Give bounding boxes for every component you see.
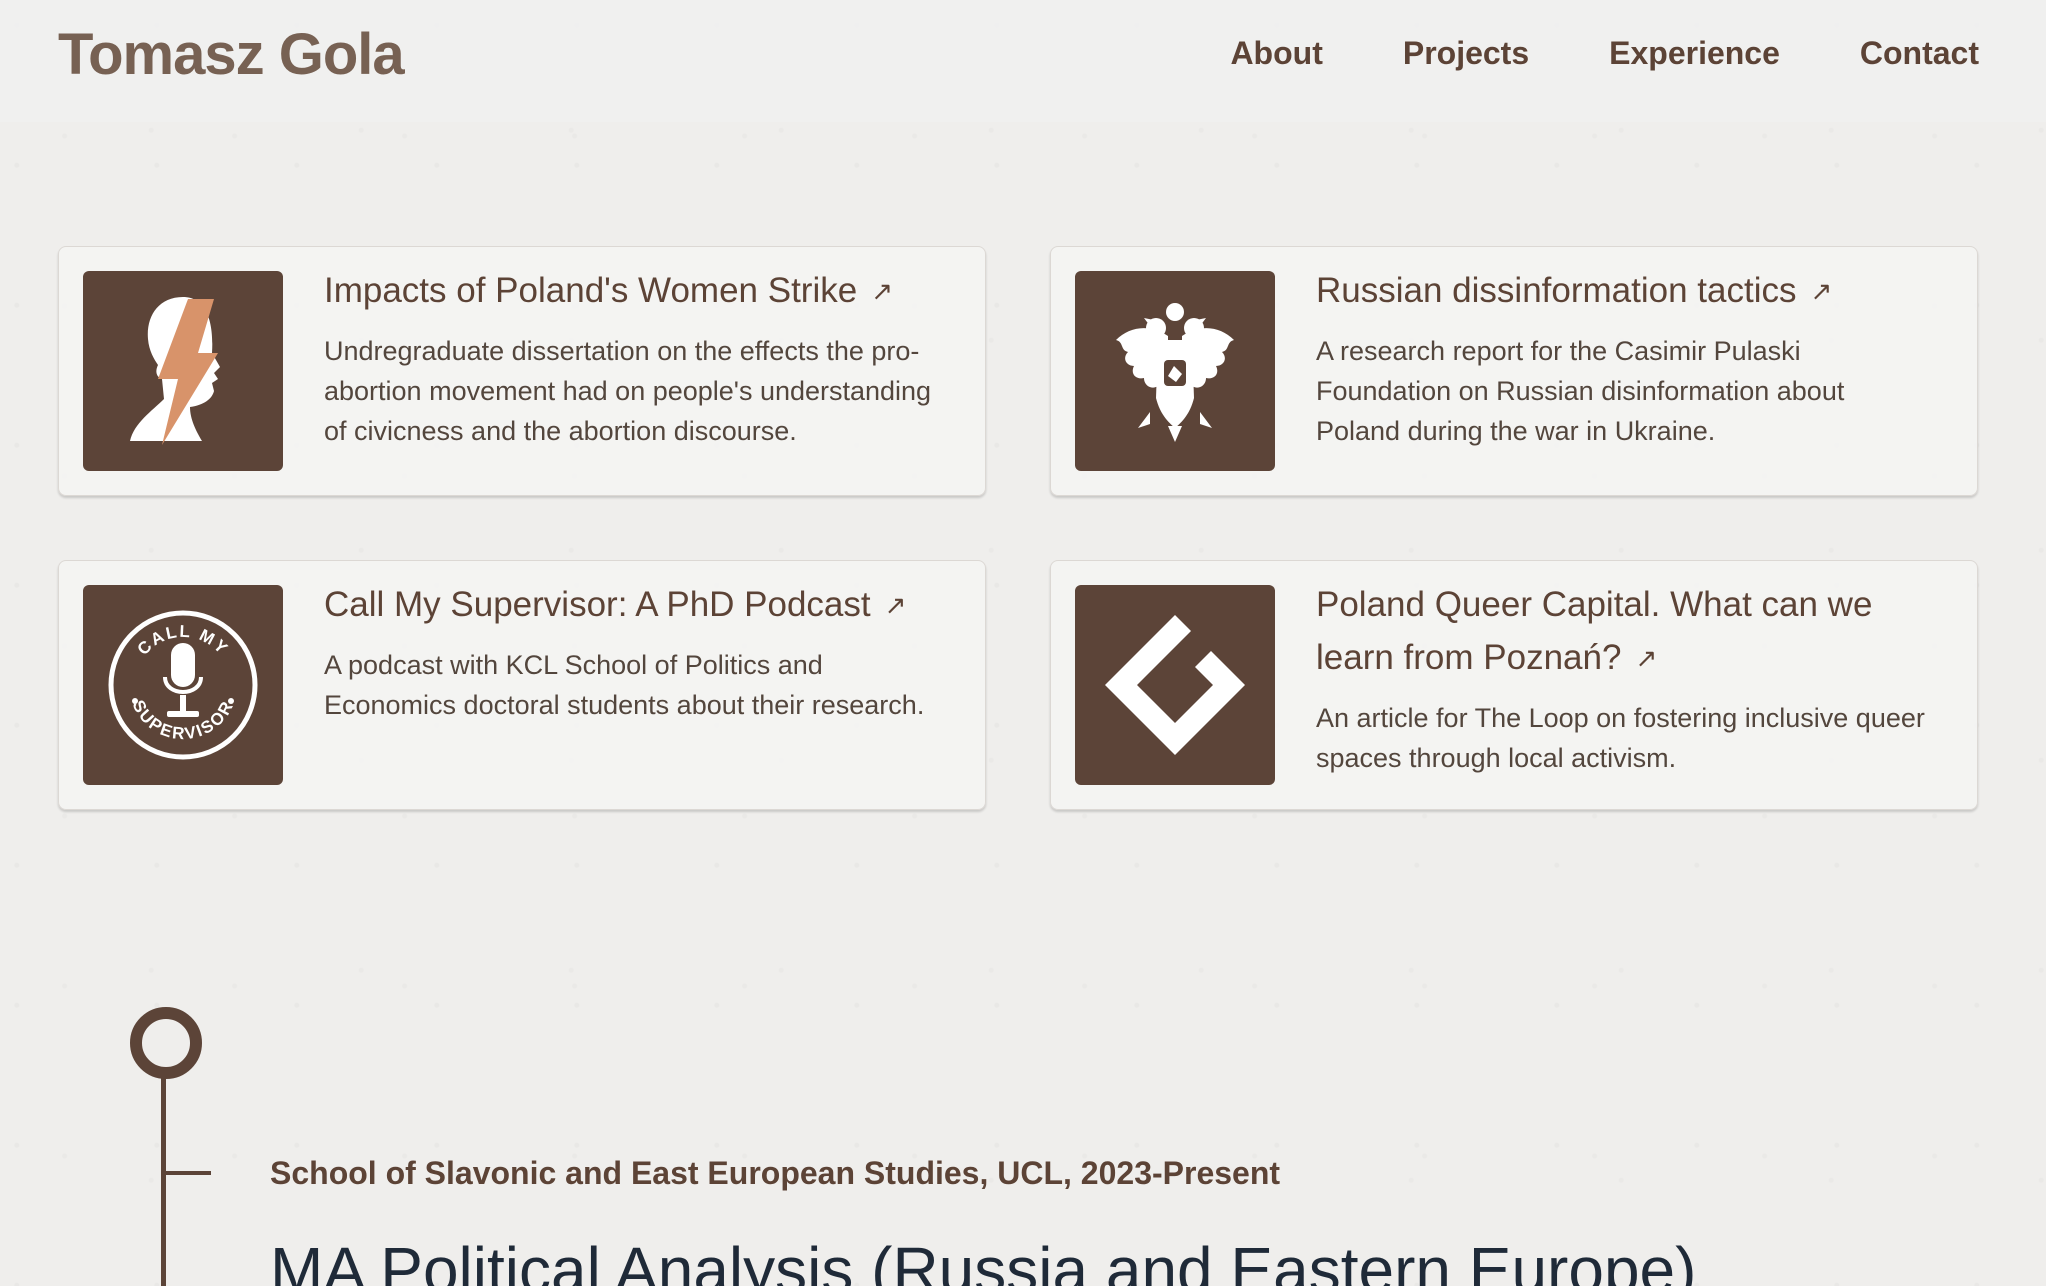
project-title-text: Poland Queer Capital. What can we learn … [1316, 585, 1873, 677]
external-link-icon: ↗ [1810, 276, 1833, 306]
timeline-tick [161, 1171, 211, 1175]
double-headed-eagle-icon [1116, 303, 1234, 442]
site-header: Tomasz Gola About Projects Experience Co… [0, 0, 2046, 122]
project-description: Undregraduate dissertation on the effect… [324, 336, 932, 446]
project-thumbnail [1075, 271, 1275, 471]
project-description: An article for The Loop on fostering inc… [1316, 703, 1925, 773]
project-title: Poland Queer Capital. What can we learn … [1316, 578, 1927, 685]
nav-experience[interactable]: Experience [1609, 32, 1780, 74]
project-title: Call My Supervisor: A PhD Podcast ↗ [324, 578, 935, 632]
project-card-queer-capital[interactable]: Poland Queer Capital. What can we learn … [1050, 560, 1978, 810]
project-title: Russian dissinformation tactics ↗ [1316, 264, 1927, 318]
diamond-logo-icon [1105, 615, 1245, 755]
project-title: Impacts of Poland's Women Strike ↗ [324, 264, 935, 318]
nav-contact[interactable]: Contact [1860, 32, 1979, 74]
project-title-text: Call My Supervisor: A PhD Podcast [324, 585, 871, 624]
project-thumbnail: CALL MY SUPERVISOR [83, 585, 283, 785]
women-strike-icon [130, 297, 220, 445]
project-title-text: Impacts of Poland's Women Strike [324, 271, 858, 310]
timeline-node-icon [130, 1007, 202, 1079]
project-description: A research report for the Casimir Pulask… [1316, 336, 1845, 446]
project-card-podcast[interactable]: CALL MY SUPERVISOR Call My Supervisor: A… [58, 560, 986, 810]
external-link-icon: ↗ [1635, 643, 1658, 673]
external-link-icon: ↗ [871, 276, 893, 306]
project-title-text: Russian dissinformation tactics [1316, 271, 1797, 310]
project-thumbnail [83, 271, 283, 471]
project-description: A podcast with KCL School of Politics an… [324, 650, 925, 720]
project-thumbnail [1075, 585, 1275, 785]
experience-title: MA Political Analysis (Russia and Easter… [270, 1234, 1697, 1286]
nav-projects[interactable]: Projects [1403, 32, 1529, 74]
nav-about[interactable]: About [1230, 32, 1322, 74]
external-link-icon: ↗ [884, 590, 907, 620]
podcast-logo-icon: CALL MY SUPERVISOR [108, 610, 258, 760]
main-nav: About Projects Experience Contact [1230, 32, 1979, 74]
experience-meta: School of Slavonic and East European Stu… [270, 1155, 1281, 1191]
timeline-line [161, 1077, 166, 1286]
site-brand[interactable]: Tomasz Gola [58, 20, 405, 90]
project-card-disinformation[interactable]: Russian dissinformation tactics ↗ A resea… [1050, 246, 1978, 496]
project-card-women-strike[interactable]: Impacts of Poland's Women Strike ↗ Undreg… [58, 246, 986, 496]
